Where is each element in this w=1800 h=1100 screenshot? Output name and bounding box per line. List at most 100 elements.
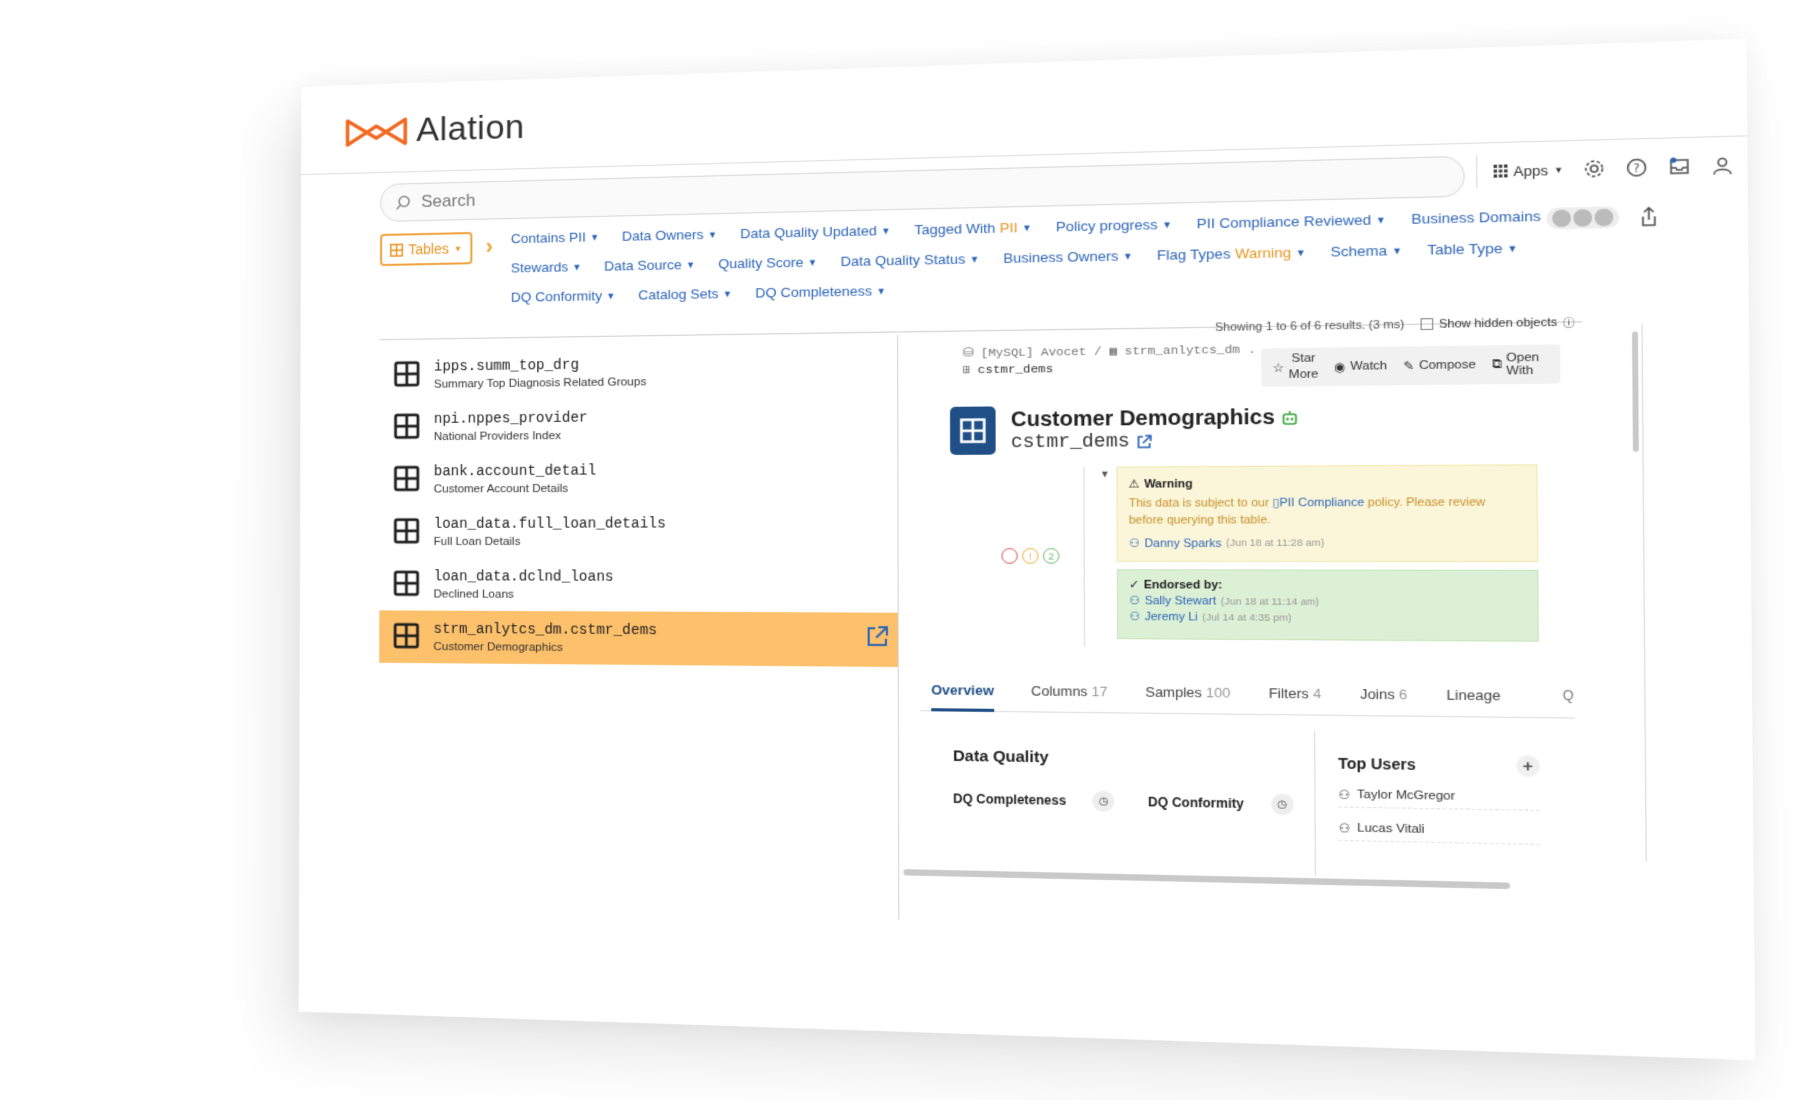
list-item[interactable]: ipps.summ_top_drg Summary Top Diagnosis R… (380, 342, 897, 401)
breadcrumb: ⛁ [MySQL] Avocet / ▦ strm_anlytcs_dm . ⊞… (963, 342, 1256, 379)
filter-dq-conformity[interactable]: DQ Conformity ▼ (511, 288, 616, 305)
filter-stewards[interactable]: Stewards ▼ (511, 259, 582, 276)
filter-table-type[interactable]: Table Type ▼ (1427, 240, 1517, 258)
search-bar[interactable] (380, 156, 1465, 222)
stage: Alation Apps ▼ ? (0, 0, 1800, 1100)
detail-right-border (1641, 324, 1646, 862)
filter-tagged-with[interactable]: Tagged With PII ▼ (914, 219, 1032, 237)
deprecation-flag-count[interactable] (1001, 548, 1017, 564)
filter-label: Tagged With (914, 220, 995, 237)
open-with-button[interactable]: ⧉ Open With (1492, 351, 1560, 378)
more-label[interactable]: More (1289, 369, 1319, 381)
flag-counts: ! 2 (1001, 548, 1059, 564)
list-item[interactable]: npi.nppes_provider National Providers Ind… (380, 396, 898, 454)
chevron-right-icon[interactable]: › (486, 234, 493, 260)
user-icon[interactable] (1710, 154, 1734, 177)
inbox-icon[interactable] (1667, 155, 1691, 177)
apps-menu[interactable]: Apps ▼ (1476, 153, 1563, 188)
dq-completeness[interactable]: DQ Completeness ◷ (953, 788, 1115, 812)
top-users-section: Top Users + ⚇ Taylor McGregor ⚇ Lucas Vita… (1314, 731, 1564, 882)
page-subtitle: cstmr_dems (1011, 431, 1130, 453)
results-list: ipps.summ_top_drg Summary Top Diagnosis R… (379, 342, 898, 667)
filter-catalog-sets[interactable]: Catalog Sets ▼ (638, 286, 732, 303)
endorse-filter-icon[interactable] (1573, 209, 1592, 227)
share-icon[interactable] (1641, 206, 1658, 226)
filter-contains-pii[interactable]: Contains PII ▼ (511, 229, 599, 246)
list-item-text: loan_data.full_loan_details Full Loan Det… (434, 516, 666, 548)
filter-data-owners[interactable]: Data Owners ▼ (622, 226, 717, 243)
add-user-button[interactable]: + (1516, 755, 1540, 777)
filter-label: Catalog Sets (638, 286, 718, 303)
endorser-name[interactable]: Sally Stewart (1145, 594, 1217, 610)
filter-toggle-group[interactable] (1546, 206, 1619, 229)
tab-filters[interactable]: Filters 4 (1269, 685, 1322, 702)
breadcrumb-schema[interactable]: strm_anlytcs_dm . (1125, 343, 1256, 359)
filter-label: Data Quality Status (840, 251, 965, 269)
facet-filters: Contains PII ▼ Data Owners ▼ Data Quality Up… (511, 207, 1594, 305)
filter-policy-progress[interactable]: Policy progress ▼ (1056, 216, 1172, 234)
tab-count: 6 (1399, 686, 1407, 702)
top-user[interactable]: ⚇ Lucas Vitali (1338, 820, 1540, 844)
table-title: Customer Demographics (433, 640, 657, 654)
list-item[interactable]: loan_data.full_loan_details Full Loan Det… (379, 504, 897, 558)
object-type-selector[interactable]: Tables ▼ (380, 232, 472, 266)
external-link-icon[interactable] (1136, 434, 1152, 449)
dq-conformity[interactable]: DQ Conformity ◷ (1148, 791, 1294, 815)
warning-flag: ⚠ Warning This data is subject to our ▯PI… (1116, 464, 1538, 562)
watch-label: Watch (1350, 360, 1387, 373)
tab-overview[interactable]: Overview (931, 682, 994, 698)
breadcrumb-source[interactable]: [MySQL] Avocet (981, 345, 1087, 360)
warning-timestamp: (Jun 18 at 11:28 am) (1226, 535, 1324, 552)
open-with-label: Open With (1506, 351, 1560, 378)
data-quality-title: Data Quality (953, 747, 1314, 770)
compose-button[interactable]: ✎ Compose (1403, 357, 1476, 373)
tab-samples[interactable]: Samples 100 (1145, 684, 1230, 701)
list-item[interactable]: bank.account_detail Customer Account Deta… (380, 450, 898, 506)
warning-author[interactable]: Danny Sparks (1144, 535, 1221, 552)
tab-label: Overview (931, 682, 994, 698)
vertical-scrollbar[interactable] (1632, 331, 1639, 451)
search-input[interactable] (421, 168, 1385, 213)
help-icon[interactable]: ? (1624, 156, 1648, 178)
external-link-icon[interactable] (865, 625, 889, 648)
star-button[interactable]: ☆ Star More (1272, 353, 1318, 381)
watch-filter-icon[interactable] (1594, 209, 1613, 227)
filter-pii-compliance-reviewed[interactable]: PII Compliance Reviewed ▼ (1196, 211, 1386, 231)
endorser-name[interactable]: Jeremy Li (1145, 610, 1198, 626)
filter-business-domains[interactable]: Business Domains▼ (1411, 208, 1556, 227)
tab-columns[interactable]: Columns 17 (1031, 683, 1107, 700)
chevron-down-icon: ▼ (876, 285, 886, 296)
pii-compliance-link[interactable]: PII Compliance (1279, 496, 1364, 509)
filter-tools (1546, 205, 1657, 229)
filter-schema[interactable]: Schema ▼ (1331, 242, 1402, 259)
settings-icon[interactable] (1582, 158, 1606, 180)
list-item[interactable]: strm_anlytcs_dm.cstmr_dems Customer Demog… (379, 610, 898, 667)
filter-data-quality-updated[interactable]: Data Quality Updated ▼ (740, 223, 891, 242)
breadcrumb-table[interactable]: cstmr_dems (978, 363, 1053, 378)
warning-flag-count[interactable]: ! (1022, 548, 1038, 564)
filter-business-owners[interactable]: Business Owners ▼ (1003, 248, 1133, 266)
star-filter-icon[interactable] (1552, 209, 1571, 227)
tab-joins[interactable]: Joins 6 (1360, 686, 1407, 703)
filter-dq-completeness[interactable]: DQ Completeness ▼ (755, 283, 886, 301)
filter-data-source[interactable]: Data Source ▼ (604, 257, 695, 274)
bot-icon (1282, 410, 1298, 425)
svg-text:?: ? (1633, 163, 1639, 175)
filter-flag-types[interactable]: Flag Types Warning ▼ (1157, 244, 1306, 263)
endorsement-flag-count[interactable]: 2 (1043, 548, 1060, 564)
tab-lineage[interactable]: Lineage (1447, 687, 1501, 704)
filter-quality-score[interactable]: Quality Score ▼ (718, 254, 817, 271)
warning-heading: Warning (1144, 476, 1193, 493)
list-item-text: strm_anlytcs_dm.cstmr_dems Customer Demog… (433, 621, 657, 654)
filter-data-quality-status[interactable]: Data Quality Status ▼ (840, 251, 979, 269)
alation-logo[interactable]: Alation (345, 108, 525, 152)
chevron-down-icon: ▼ (970, 253, 980, 264)
search-icon[interactable]: Q (1563, 688, 1574, 703)
list-item[interactable]: loan_data.dclnd_loans Declined Loans (379, 558, 897, 613)
table-icon (394, 361, 422, 389)
collapse-icon[interactable]: ▼ (1100, 469, 1110, 480)
top-user[interactable]: ⚇ Taylor McGregor (1338, 787, 1540, 811)
filter-label: Policy progress (1056, 217, 1158, 235)
list-item-text: ipps.summ_top_drg Summary Top Diagnosis R… (434, 356, 647, 390)
watch-button[interactable]: ◉ Watch (1334, 359, 1387, 375)
